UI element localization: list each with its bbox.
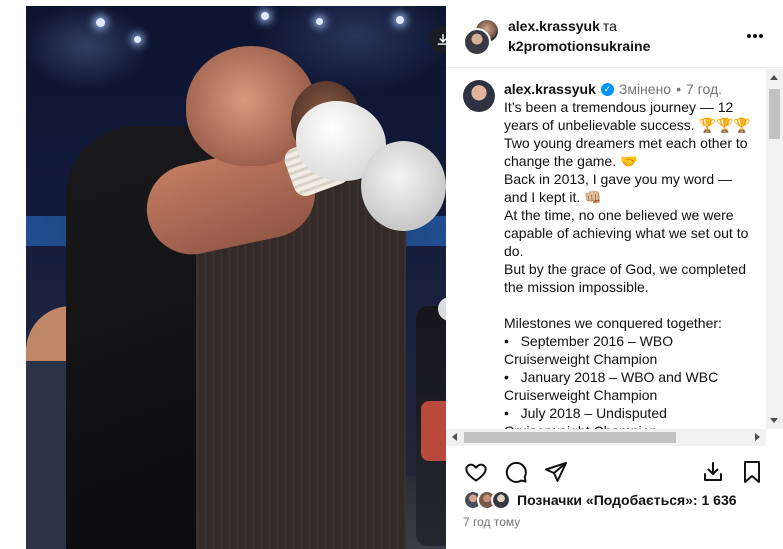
caption-line: change the game. 🤝: [504, 153, 638, 169]
caption-line: • January 2018 – WBO and WBC: [504, 369, 719, 385]
caption-line: Back in 2013, I gave you my word —: [504, 171, 732, 187]
caption-line: and I kept it. 👊🏼: [504, 189, 602, 205]
caption-line: But by the grace of God, we completed: [504, 261, 747, 277]
caption-line: Cruiserweight Champion: [504, 351, 658, 367]
more-horizontal-icon: [747, 34, 763, 38]
caption-line: do.: [504, 243, 524, 259]
stage-light: [396, 16, 404, 24]
author-conjunction: та: [602, 18, 617, 34]
more-options-button[interactable]: [744, 26, 766, 46]
horizontal-scrollbar[interactable]: [446, 429, 766, 446]
comment-icon: [505, 461, 527, 483]
likes-count[interactable]: Позначки «Подобається»: 1 636: [517, 492, 737, 508]
caption-line: Milestones we conquered together:: [504, 315, 722, 331]
boxing-glove: [361, 141, 446, 231]
bookmark-icon: [744, 461, 760, 483]
caption-line: • July 2018 – Undisputed: [504, 405, 667, 421]
save-download-icon: [704, 462, 722, 481]
caption-username[interactable]: alex.krassyuk: [504, 80, 596, 98]
caption-line: Cruiserweight Champion: [504, 387, 658, 403]
comment-button[interactable]: [502, 458, 530, 486]
collab-avatars[interactable]: [463, 18, 501, 56]
avatar: [491, 490, 511, 510]
caption-time[interactable]: 7 год.: [686, 80, 722, 98]
caption-text: It’s been a tremendous journey — 12 year…: [504, 98, 766, 440]
heart-icon: [465, 463, 487, 482]
likes-row[interactable]: Позначки «Подобається»: 1 636: [463, 489, 737, 511]
post-side-panel: alex.krassyuk та k2promotionsukraine alex…: [446, 6, 783, 549]
vertical-scrollbar[interactable]: [766, 69, 783, 429]
caption-line: [504, 296, 766, 314]
scrollbar-thumb[interactable]: [464, 432, 676, 443]
scroll-left-arrow[interactable]: [452, 433, 457, 441]
caption-line: years of unbelievable success. 🏆🏆🏆: [504, 117, 751, 133]
caption: alex.krassyuk ✓ Змінено • 7 год. It’s be…: [504, 80, 766, 440]
bookmark-button[interactable]: [738, 458, 766, 486]
save-to-device-button[interactable]: [699, 458, 727, 486]
post-modal: alex.krassyuk та k2promotionsukraine alex…: [0, 0, 783, 549]
author-line: alex.krassyuk та: [508, 18, 617, 34]
camera-operator-sleeve: [421, 401, 446, 461]
download-icon: [437, 33, 446, 45]
stage-light: [316, 18, 323, 25]
caption-line: • September 2016 – WBO: [504, 333, 674, 349]
verified-badge-icon: ✓: [600, 82, 614, 96]
author-username[interactable]: alex.krassyuk: [508, 18, 600, 34]
separator-dot: •: [676, 81, 681, 97]
stage-light: [134, 36, 141, 43]
share-button[interactable]: [542, 458, 570, 486]
post-header: alex.krassyuk та k2promotionsukraine: [446, 6, 783, 68]
caption-line: Two young dreamers met each other to: [504, 135, 748, 151]
like-button[interactable]: [462, 458, 490, 486]
coauthor-username[interactable]: k2promotionsukraine: [508, 38, 650, 54]
caption-scroll-area[interactable]: alex.krassyuk ✓ Змінено • 7 год. It’s be…: [446, 69, 783, 449]
scroll-down-arrow[interactable]: [770, 418, 778, 423]
post-photo[interactable]: [26, 6, 446, 549]
avatar[interactable]: [463, 80, 495, 112]
stage-light: [96, 18, 105, 27]
scrollbar-thumb[interactable]: [769, 89, 780, 139]
edited-label: Змінено: [618, 81, 672, 97]
caption-header: alex.krassyuk ✓ Змінено • 7 год.: [504, 80, 766, 98]
post-actions: [446, 452, 783, 492]
download-button[interactable]: [429, 26, 446, 53]
caption-line: capable of achieving what we set out to: [504, 225, 749, 241]
caption-line: It’s been a tremendous journey — 12: [504, 99, 734, 115]
avatar[interactable]: [463, 28, 491, 56]
caption-line: the mission impossible.: [504, 279, 649, 295]
stage-light: [261, 12, 269, 20]
send-icon: [545, 462, 567, 482]
scroll-right-arrow[interactable]: [755, 433, 760, 441]
scroll-up-arrow[interactable]: [770, 75, 778, 80]
caption-line: At the time, no one believed we were: [504, 207, 734, 223]
post-timestamp[interactable]: 7 год тому: [463, 515, 520, 529]
